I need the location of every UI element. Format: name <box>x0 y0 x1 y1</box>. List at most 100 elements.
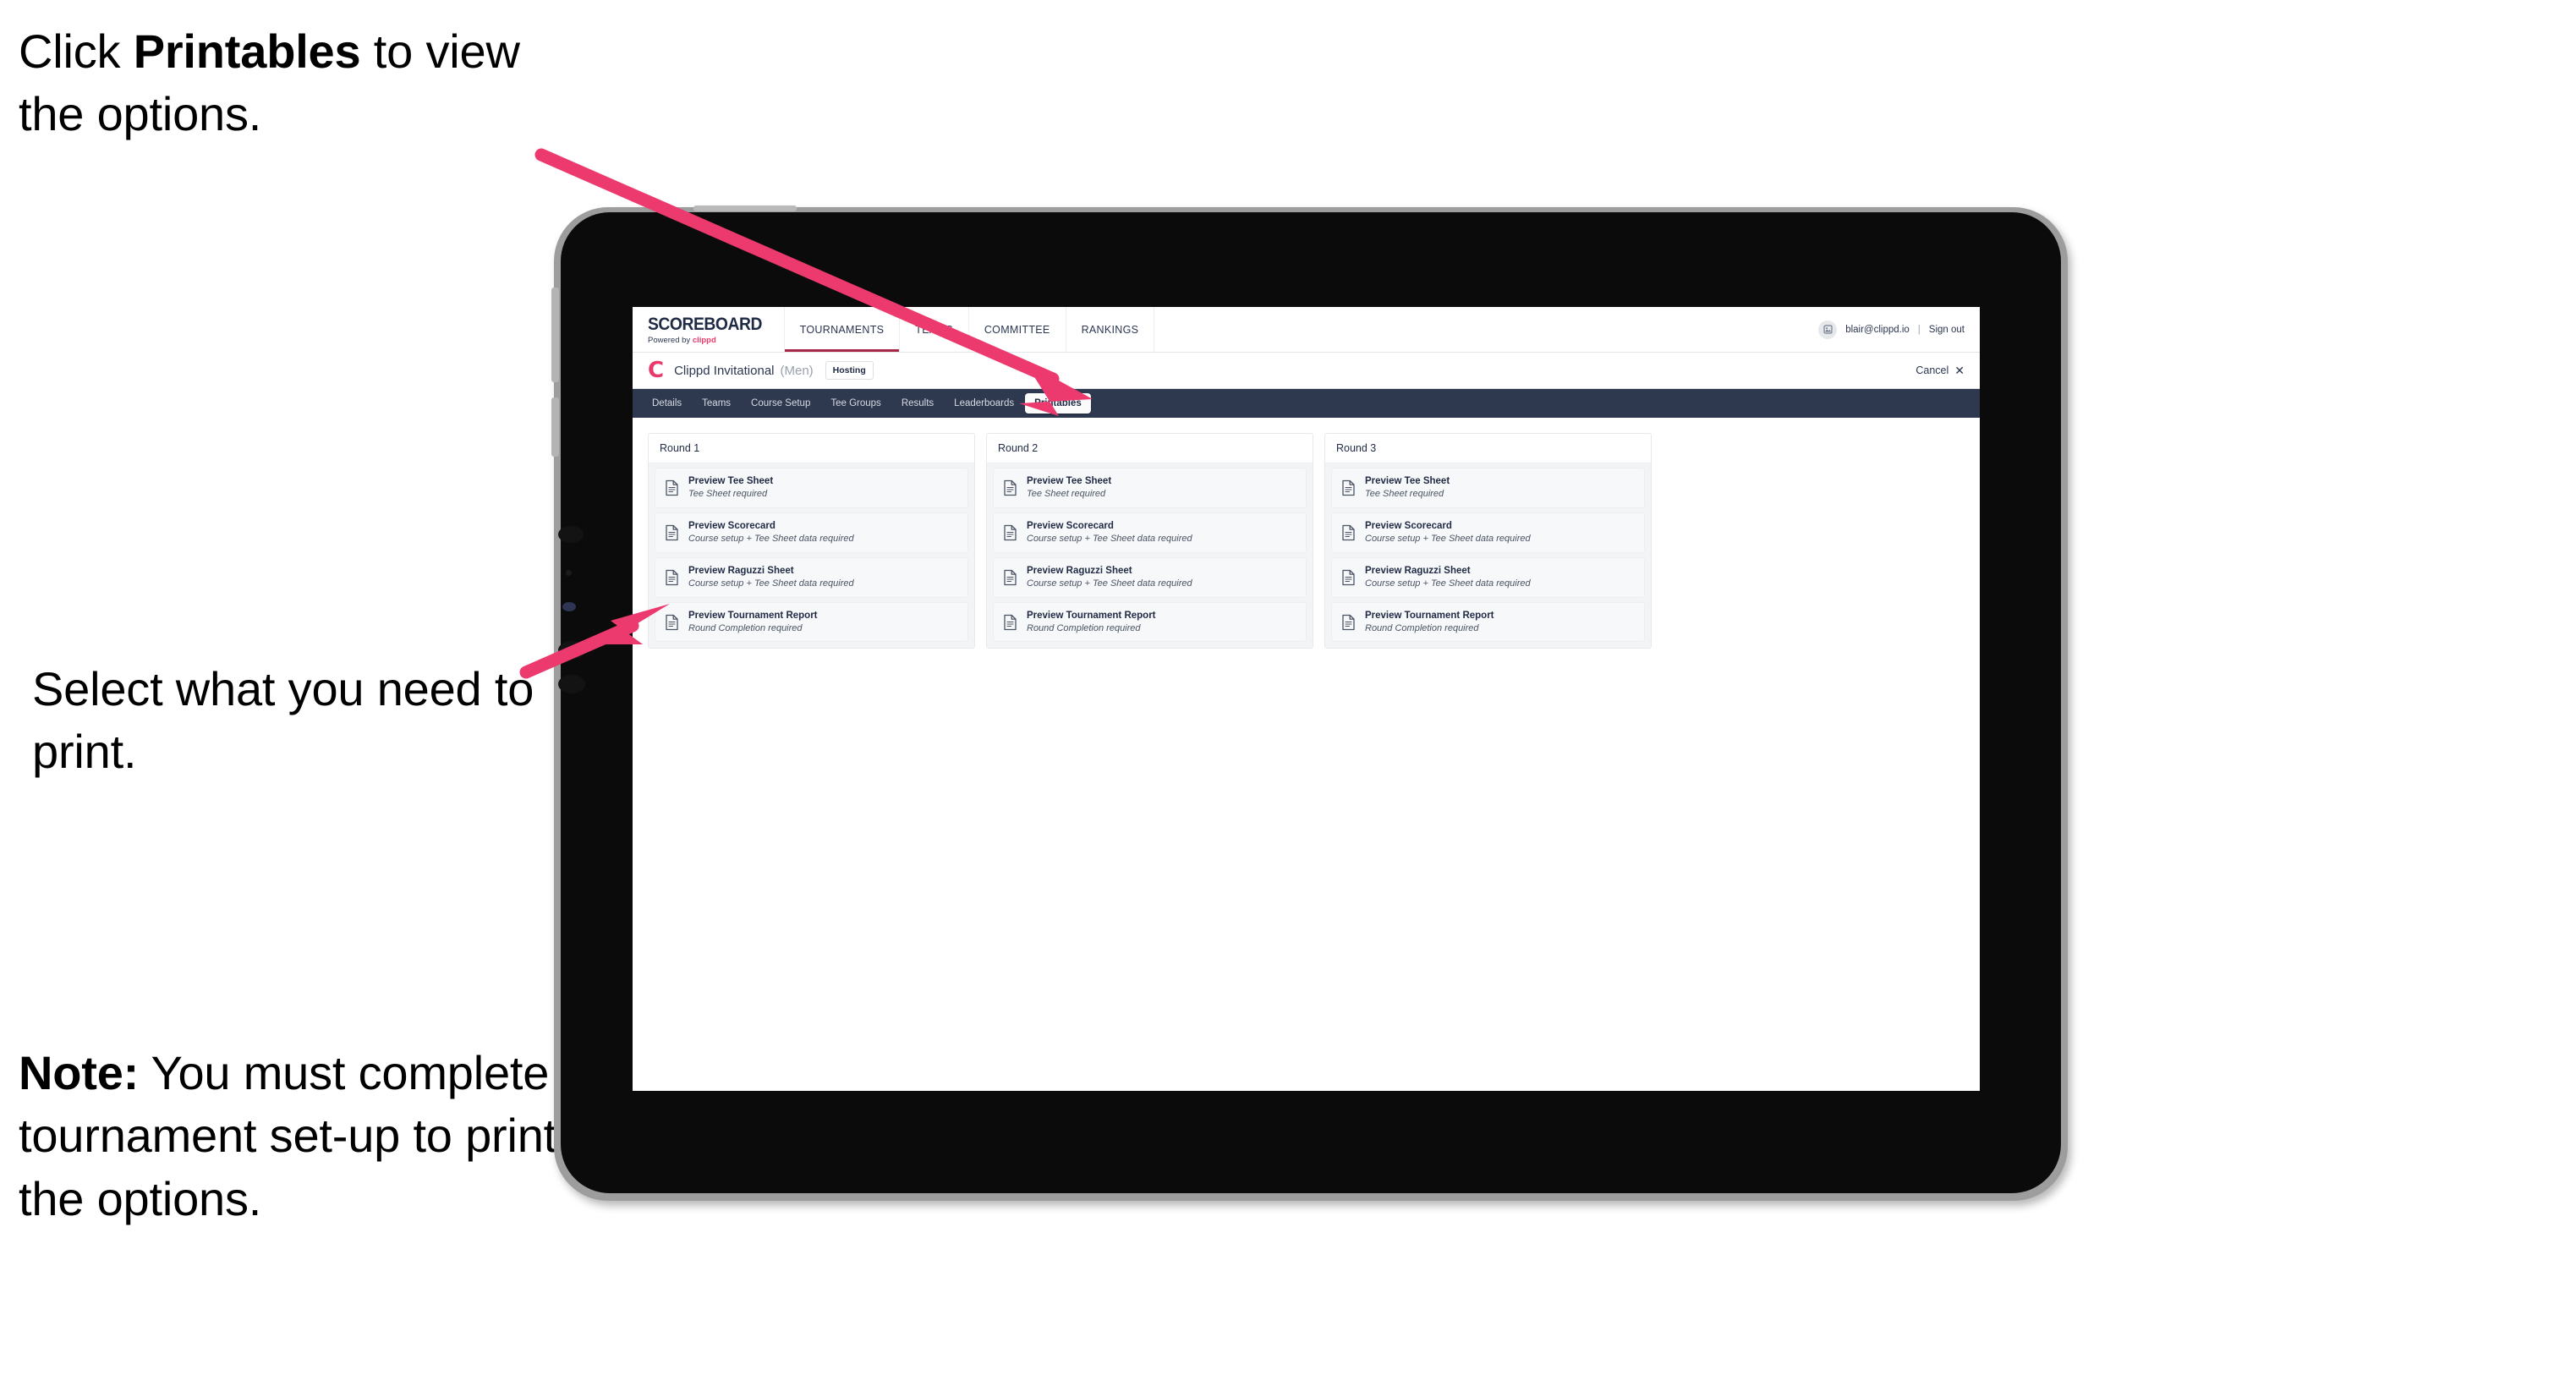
annotation-1-bold: Printables <box>133 25 361 78</box>
printable-card-requirement: Round Completion required <box>1365 622 1479 633</box>
tab-details-label: Details <box>652 398 682 408</box>
printable-card-text: Preview Scorecard Course setup + Tee She… <box>1365 521 1531 545</box>
volume-button[interactable] <box>551 397 559 457</box>
round-title: Round 1 <box>649 434 974 463</box>
cancel-label: Cancel <box>1916 364 1949 376</box>
printable-card-text: Preview Scorecard Course setup + Tee She… <box>1027 521 1192 545</box>
app-top-bar: SCOREBOARD Powered by clippd TOURNAMENTS… <box>633 307 1980 353</box>
topnav-tournaments-label: TOURNAMENTS <box>799 323 885 336</box>
close-icon: ✕ <box>1954 364 1965 377</box>
printable-card-requirement: Course setup + Tee Sheet data required <box>688 534 854 545</box>
tab-results-label: Results <box>901 398 934 408</box>
printable-card-text: Preview Tournament Report Round Completi… <box>688 611 818 634</box>
cancel-button[interactable]: Cancel ✕ <box>1916 364 1965 376</box>
tab-details[interactable]: Details <box>643 393 691 414</box>
round-card-list: Preview Tee Sheet Tee Sheet required Pre… <box>649 463 974 649</box>
tab-teams[interactable]: Teams <box>693 393 740 414</box>
printable-card[interactable]: Preview Tournament Report Round Completi… <box>993 601 1307 643</box>
printable-card[interactable]: Preview Tee Sheet Tee Sheet required <box>993 468 1307 508</box>
bezel-speaker-dot <box>558 526 584 543</box>
document-icon <box>1003 479 1017 496</box>
printable-card[interactable]: Preview Tee Sheet Tee Sheet required <box>1331 468 1645 508</box>
printable-card[interactable]: Preview Tournament Report Round Completi… <box>655 601 968 643</box>
printable-card-text: Preview Raguzzi Sheet Course setup + Tee… <box>1027 566 1192 589</box>
tab-printables-label: Printables <box>1034 398 1082 408</box>
round-title: Round 2 <box>987 434 1313 463</box>
user-email-label: blair@clippd.io <box>1845 324 1910 335</box>
document-icon <box>665 524 679 541</box>
printable-card-requirement: Round Completion required <box>688 622 803 633</box>
account-area: blair@clippd.io | Sign out <box>1818 307 1980 352</box>
antenna-line <box>693 205 797 211</box>
round-column: Round 1 Preview Tee Sheet Tee Sheet requ… <box>648 433 975 649</box>
annotation-2-text: Select what you need to print. <box>32 662 534 779</box>
printables-content: Round 1 Preview Tee Sheet Tee Sheet requ… <box>633 418 1980 1091</box>
printable-card-title: Preview Scorecard <box>1365 520 1452 531</box>
brand-title: SCOREBOARD <box>648 314 762 334</box>
annotation-click-printables: Click Printables to view the options. <box>19 20 594 146</box>
document-icon <box>1341 524 1356 541</box>
printable-card-requirement: Course setup + Tee Sheet data required <box>1365 578 1531 589</box>
hosting-badge[interactable]: Hosting <box>825 361 874 380</box>
printable-card-text: Preview Tee Sheet Tee Sheet required <box>1365 476 1450 500</box>
bezel-sensor-dot <box>566 570 572 576</box>
tab-tee-groups[interactable]: Tee Groups <box>821 393 890 414</box>
document-icon <box>1003 569 1017 586</box>
bezel-speaker-dot-2 <box>558 641 585 660</box>
annotation-3-bold: Note: <box>19 1046 140 1099</box>
printable-card-requirement: Round Completion required <box>1027 622 1141 633</box>
printable-card[interactable]: Preview Raguzzi Sheet Course setup + Tee… <box>1331 556 1645 598</box>
printable-card[interactable]: Preview Scorecard Course setup + Tee She… <box>655 512 968 553</box>
printable-card[interactable]: Preview Scorecard Course setup + Tee She… <box>993 512 1307 553</box>
document-icon <box>1003 614 1017 631</box>
tablet-screen-content: SCOREBOARD Powered by clippd TOURNAMENTS… <box>633 307 1980 1091</box>
brand-sub-clippd: clippd <box>692 335 716 345</box>
printable-card-text: Preview Tee Sheet Tee Sheet required <box>1027 476 1111 500</box>
account-separator: | <box>1917 324 1921 335</box>
printable-card-title: Preview Tournament Report <box>1365 610 1494 621</box>
printable-card[interactable]: Preview Raguzzi Sheet Course setup + Tee… <box>655 556 968 598</box>
printable-card-title: Preview Raguzzi Sheet <box>1027 565 1132 576</box>
printable-card-text: Preview Scorecard Course setup + Tee She… <box>688 521 854 545</box>
document-icon <box>1003 524 1017 541</box>
printable-card-requirement: Course setup + Tee Sheet data required <box>1027 578 1192 589</box>
printable-card[interactable]: Preview Tee Sheet Tee Sheet required <box>655 468 968 508</box>
printable-card-title: Preview Tournament Report <box>1027 610 1156 621</box>
tab-printables[interactable]: Printables <box>1025 393 1091 414</box>
printable-card-requirement: Course setup + Tee Sheet data required <box>688 578 854 589</box>
tab-teams-label: Teams <box>702 398 732 408</box>
sign-out-link[interactable]: Sign out <box>1929 325 1965 335</box>
printable-card-title: Preview Raguzzi Sheet <box>1365 565 1471 576</box>
printable-card-title: Preview Scorecard <box>688 520 776 531</box>
topnav-teams-label: TEAMS <box>915 323 953 336</box>
printable-card-text: Preview Raguzzi Sheet Course setup + Tee… <box>688 566 854 589</box>
user-avatar-icon[interactable] <box>1818 320 1838 339</box>
printable-card-title: Preview Scorecard <box>1027 520 1114 531</box>
brand-subtitle: Powered by clippd <box>648 336 772 345</box>
printable-card[interactable]: Preview Scorecard Course setup + Tee She… <box>1331 512 1645 553</box>
tournament-header-bar: C Clippd Invitational (Men) Hosting Canc… <box>633 353 1980 389</box>
printable-card[interactable]: Preview Tournament Report Round Completi… <box>1331 601 1645 643</box>
printable-card-requirement: Course setup + Tee Sheet data required <box>1027 534 1192 545</box>
topnav-committee-label: COMMITTEE <box>984 323 1050 336</box>
topnav-tournaments[interactable]: TOURNAMENTS <box>783 307 900 352</box>
tab-course-setup-label: Course Setup <box>751 398 811 408</box>
scoreboard-logo[interactable]: SCOREBOARD Powered by clippd <box>633 307 784 352</box>
topnav-rankings-label: RANKINGS <box>1081 323 1139 336</box>
printable-card-requirement: Tee Sheet required <box>1365 489 1444 500</box>
topnav-teams[interactable]: TEAMS <box>899 307 968 352</box>
top-navigation: TOURNAMENTS TEAMS COMMITTEE RANKINGS <box>783 307 1155 352</box>
document-icon <box>665 614 679 631</box>
tab-course-setup[interactable]: Course Setup <box>742 393 819 414</box>
power-button[interactable] <box>551 288 559 382</box>
printable-card[interactable]: Preview Raguzzi Sheet Course setup + Tee… <box>993 556 1307 598</box>
tab-results[interactable]: Results <box>892 393 943 414</box>
printable-card-requirement: Tee Sheet required <box>1027 489 1106 500</box>
topnav-rankings[interactable]: RANKINGS <box>1065 307 1155 352</box>
tab-leaderboards[interactable]: Leaderboards <box>945 393 1023 414</box>
tab-leaderboards-label: Leaderboards <box>954 398 1015 408</box>
bezel-camera-dot <box>562 602 576 611</box>
printable-card-title: Preview Tee Sheet <box>1365 476 1450 486</box>
topnav-committee[interactable]: COMMITTEE <box>967 307 1066 352</box>
printable-card-requirement: Tee Sheet required <box>688 489 768 500</box>
